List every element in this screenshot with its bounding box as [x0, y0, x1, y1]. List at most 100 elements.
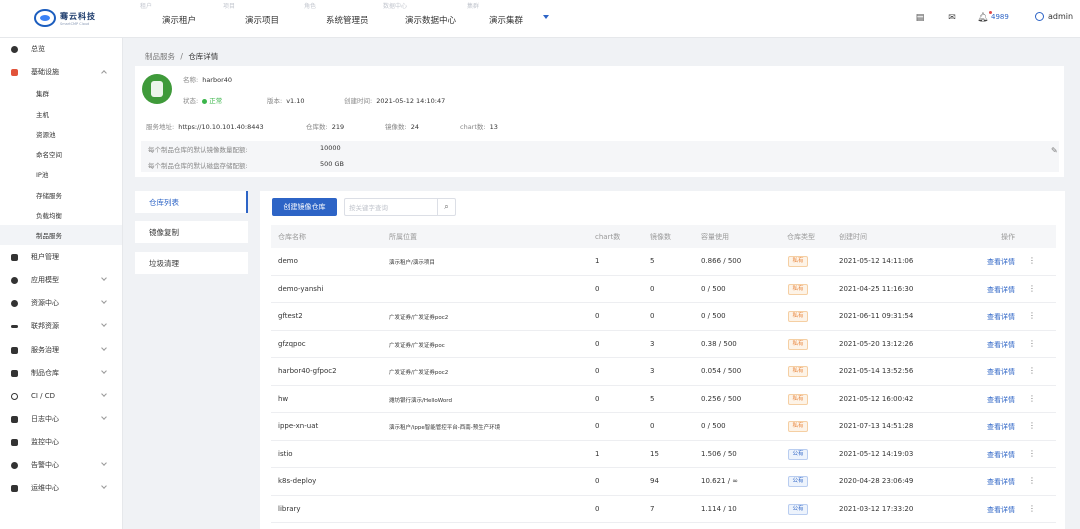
- sidebar-item-monitor[interactable]: 监控中心: [0, 432, 122, 452]
- alert-icon: [11, 461, 18, 469]
- nav-role-value: 系统管理员: [326, 16, 369, 26]
- service-governance-icon: [11, 346, 18, 354]
- edit-icon[interactable]: ✎: [1051, 146, 1058, 155]
- sidebar-sub-ip-pool[interactable]: IP池: [0, 164, 122, 184]
- logo[interactable]: 骞云科技 SmartCMP Cloud: [34, 9, 96, 27]
- table-row: istio 1 15 1.506 / 50 2021-05-12 14:19:03 公有 查…: [271, 441, 1056, 468]
- nav-project[interactable]: 项目 演示项目: [223, 0, 303, 38]
- repo-created: 2020-04-28 23:06:49: [839, 477, 914, 485]
- sidebar-item-overview[interactable]: 总览: [0, 39, 122, 59]
- nav-role[interactable]: 角色 系统管理员: [304, 0, 394, 38]
- table-row: demo-yanshi 0 0 0 / 500 2021-04-25 11:16:30 私…: [271, 276, 1056, 303]
- sidebar-sub-storage[interactable]: 存储服务: [0, 185, 122, 205]
- sidebar-sub-artifact-service[interactable]: 制品服务: [0, 225, 122, 245]
- more-actions-icon[interactable]: ⋮: [1028, 394, 1036, 403]
- view-details-link[interactable]: 查看详情: [987, 340, 1015, 350]
- repo-chart-count: 0: [595, 312, 600, 320]
- more-actions-icon[interactable]: ⋮: [1028, 504, 1036, 513]
- more-actions-icon[interactable]: ⋮: [1028, 311, 1036, 320]
- nav-datacenter[interactable]: 数据中心 演示数据中心: [383, 0, 473, 38]
- create-repo-button[interactable]: 创建镜像仓库: [272, 198, 337, 216]
- view-details-link[interactable]: 查看详情: [987, 285, 1015, 295]
- sidebar-item-app-model[interactable]: 应用模型: [0, 270, 122, 290]
- more-actions-icon[interactable]: ⋮: [1028, 421, 1036, 430]
- chevron-down-icon: [101, 345, 107, 351]
- more-actions-icon[interactable]: ⋮: [1028, 284, 1036, 293]
- top-bar: 骞云科技 SmartCMP Cloud 租户 演示租户 项目 演示项目 角色 系…: [0, 0, 1080, 38]
- repo-location: 潍坊银行演示/HelloWord: [389, 397, 452, 404]
- chevron-down-icon: [101, 414, 107, 420]
- mail-icon[interactable]: ✉: [947, 13, 957, 23]
- table-row: k8s-deploy 0 94 10.621 / ∞ 2020-04-28 23:06:…: [271, 468, 1056, 496]
- table-row: gftest2 广发证券/广发证券poc2 0 0 0 / 500 2021-06-11 …: [271, 303, 1056, 331]
- sidebar-item-cicd[interactable]: CI / CD: [0, 386, 122, 406]
- user-menu[interactable]: admin: [1035, 12, 1073, 21]
- repo-usage: 0.256 / 500: [701, 394, 742, 403]
- more-actions-icon[interactable]: ⋮: [1028, 449, 1036, 458]
- more-actions-icon[interactable]: ⋮: [1028, 256, 1036, 265]
- more-actions-icon[interactable]: ⋮: [1028, 366, 1036, 375]
- nav-cluster[interactable]: 集群 演示集群: [467, 0, 547, 38]
- repo-list-panel: 创建镜像仓库 ⌕ 仓库名称 所属位置 chart数 镜像数 容量使用 仓库类型 …: [260, 191, 1065, 529]
- sidebar-item-federation[interactable]: 联邦资源: [0, 316, 122, 336]
- table-row: harbor40-gfpoc2 广发证券/广发证券poc2 0 3 0.054 / 50…: [271, 358, 1056, 386]
- sidebar-item-infrastructure[interactable]: 基础设施: [0, 62, 122, 82]
- repo-created: 2021-06-11 09:31:54: [839, 312, 914, 320]
- sidebar-sub-host[interactable]: 主机: [0, 104, 122, 124]
- sidebar-sub-load-balancer[interactable]: 负载均衡: [0, 205, 122, 225]
- view-details-link[interactable]: 查看详情: [987, 395, 1015, 405]
- repo-created: 2021-07-13 14:51:28: [839, 422, 914, 430]
- menu-garbage-cleanup[interactable]: 垃圾清理: [135, 252, 248, 274]
- table-row: demo 演示租户/演示项目 1 5 0.866 / 500 2021-05-12 14:…: [271, 248, 1056, 276]
- sidebar: 总览 基础设施 集群 主机 资源池 命名空间 IP池 存储服务 负载均衡 制品服…: [0, 38, 123, 529]
- sidebar-item-service-governance[interactable]: 服务治理: [0, 340, 122, 360]
- sidebar-sub-resource-pool[interactable]: 资源池: [0, 124, 122, 144]
- search-icon[interactable]: ⌕: [437, 199, 455, 215]
- chevron-down-icon: [101, 368, 107, 374]
- harbor-logo-icon: [142, 74, 172, 104]
- nav-tenant[interactable]: 租户 演示租户: [140, 0, 220, 38]
- repo-created: 2021-05-12 14:11:06: [839, 257, 914, 265]
- sidebar-item-log[interactable]: 日志中心: [0, 409, 122, 429]
- repo-type-badge: 私有: [788, 283, 808, 295]
- view-details-link[interactable]: 查看详情: [987, 367, 1015, 377]
- repo-type-badge: 私有: [788, 256, 808, 267]
- view-details-link[interactable]: 查看详情: [987, 422, 1015, 432]
- menu-repo-list[interactable]: 仓库列表: [135, 191, 248, 213]
- repo-usage: 1.114 / 10: [701, 504, 737, 513]
- sidebar-sub-cluster[interactable]: 集群: [0, 83, 122, 103]
- sidebar-item-alert[interactable]: 告警中心: [0, 455, 122, 475]
- chevron-down-icon: [101, 275, 107, 281]
- search-input[interactable]: [349, 202, 437, 213]
- notification-count[interactable]: 4989: [991, 13, 1009, 21]
- repo-chart-count: 0: [595, 422, 600, 430]
- repo-chart-count: 0: [595, 394, 600, 403]
- view-details-link[interactable]: 查看详情: [987, 477, 1015, 487]
- view-details-link[interactable]: 查看详情: [987, 450, 1015, 460]
- repo-usage: 0.054 / 500: [701, 367, 742, 375]
- chevron-down-icon[interactable]: [543, 15, 549, 19]
- document-icon[interactable]: ▤: [915, 13, 925, 23]
- view-details-link[interactable]: 查看详情: [987, 312, 1015, 322]
- bell-icon[interactable]: 🔔︎: [977, 13, 988, 23]
- repo-created: 2021-03-12 17:33:20: [839, 504, 914, 513]
- sidebar-item-resource[interactable]: 资源中心: [0, 293, 122, 313]
- menu-image-replication[interactable]: 镜像复制: [135, 221, 248, 243]
- sidebar-item-artifact[interactable]: 制品仓库: [0, 363, 122, 383]
- view-details-link[interactable]: 查看详情: [987, 257, 1015, 267]
- sidebar-item-tenant[interactable]: 租户管理: [0, 247, 122, 267]
- more-actions-icon[interactable]: ⋮: [1028, 339, 1036, 348]
- repo-chart-count: 0: [595, 367, 600, 375]
- repo-chart-count: 1: [595, 257, 600, 265]
- breadcrumb-parent[interactable]: 制品服务: [145, 52, 175, 61]
- more-actions-icon[interactable]: ⋮: [1028, 476, 1036, 485]
- repo-location: 广发证券/广发证券poc: [389, 342, 445, 349]
- chevron-down-icon: [101, 460, 107, 466]
- repo-name: hw: [278, 394, 289, 403]
- view-details-link[interactable]: 查看详情: [987, 505, 1015, 515]
- sidebar-sub-namespace[interactable]: 命名空间: [0, 144, 122, 164]
- sidebar-item-ops[interactable]: 运维中心: [0, 478, 122, 498]
- table-header: 仓库名称 所属位置 chart数 镜像数 容量使用 仓库类型 创建时间 操作: [271, 225, 1056, 248]
- log-icon: [11, 415, 18, 423]
- repo-usage: 0 / 500: [701, 422, 726, 430]
